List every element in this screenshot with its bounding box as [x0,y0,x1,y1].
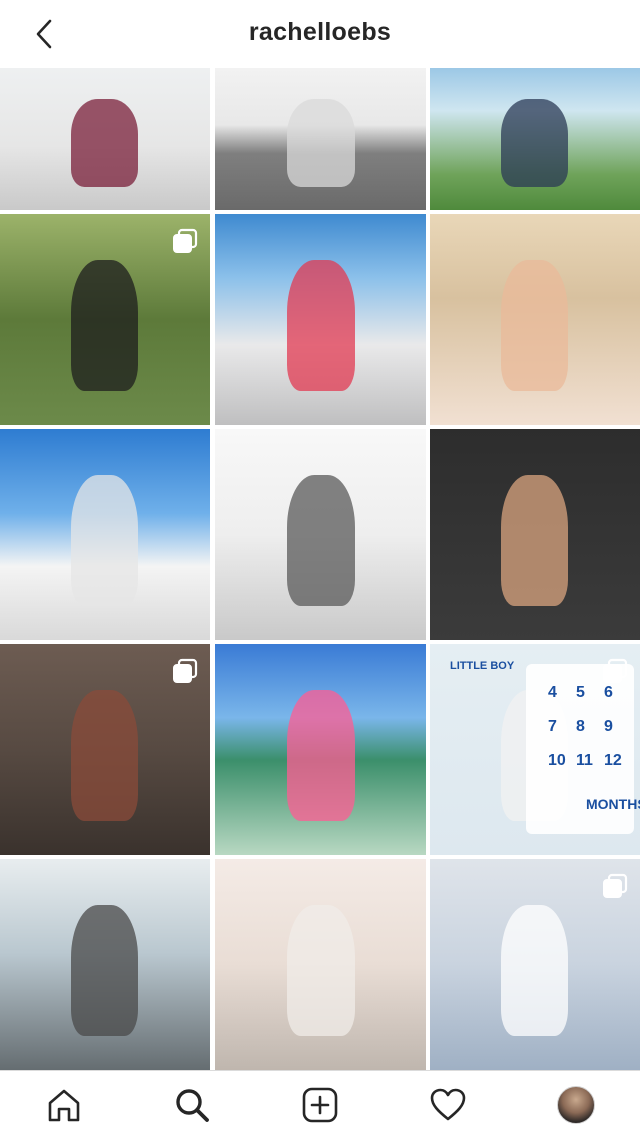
posts-grid: LITTLE BOY 4 5 6 7 8 9 10 11 12 MONTHS [0,68,640,1070]
grid-tile-post-4[interactable] [0,214,210,425]
photo-subject [71,905,138,1036]
grid-tile-post-8[interactable] [215,429,426,640]
grid-tile-post-1[interactable] [0,68,210,210]
blanket-number: 5 [576,684,585,701]
photo-subject [71,260,138,391]
carousel-icon [173,658,198,683]
photo-subject [71,690,138,821]
grid-tile-post-15[interactable] [430,859,640,1070]
nav-activity[interactable] [416,1073,480,1137]
photo-subject [501,905,568,1036]
nav-create[interactable] [288,1073,352,1137]
blanket-number: 8 [576,718,585,735]
grid-tile-post-12[interactable]: LITTLE BOY 4 5 6 7 8 9 10 11 12 MONTHS [430,644,640,855]
photo-subject [501,99,568,187]
avatar [557,1085,595,1124]
carousel-icon [603,873,628,898]
photo-subject [287,99,355,187]
blanket-number: 7 [548,718,557,735]
bottom-navigation [0,1070,640,1138]
grid-tile-post-13[interactable] [0,859,210,1070]
grid-tile-post-14[interactable] [215,859,426,1070]
blanket-number: 4 [548,684,557,701]
heart-icon [430,1088,466,1120]
photo-subject [287,475,355,606]
photo-subject [287,690,355,821]
blanket-number: 6 [604,684,613,701]
photo-subject [287,905,355,1036]
blanket-months-label: MONTHS [586,796,640,812]
blanket-banner-text: LITTLE BOY [450,660,515,672]
grid-tile-post-11[interactable] [215,644,426,855]
search-icon [176,1088,209,1122]
blanket-number: 12 [604,752,622,769]
grid-tile-post-3[interactable] [430,68,640,210]
blanket-number: 11 [576,752,593,769]
blanket-number: 10 [548,752,566,769]
photo-subject [71,475,138,606]
grid-tile-post-2[interactable] [215,68,426,210]
grid-tile-post-6[interactable] [430,214,640,425]
grid-tile-post-9[interactable] [430,429,640,640]
photo-subject [287,260,355,391]
grid-tile-post-5[interactable] [215,214,426,425]
photo-subject [501,475,568,606]
plus-square-icon [302,1087,338,1122]
grid-tile-post-7[interactable] [0,429,210,640]
carousel-icon [603,658,628,683]
home-icon [48,1089,80,1121]
carousel-icon [173,228,198,253]
grid-tile-post-10[interactable] [0,644,210,855]
nav-search[interactable] [160,1073,224,1137]
nav-home[interactable] [32,1073,96,1137]
top-bar: rachelloebs [0,0,640,68]
nav-profile[interactable] [544,1073,608,1137]
photo-subject [71,99,138,187]
photo-subject [501,260,568,391]
page-title: rachelloebs [248,18,392,46]
blanket-number: 9 [604,718,613,735]
